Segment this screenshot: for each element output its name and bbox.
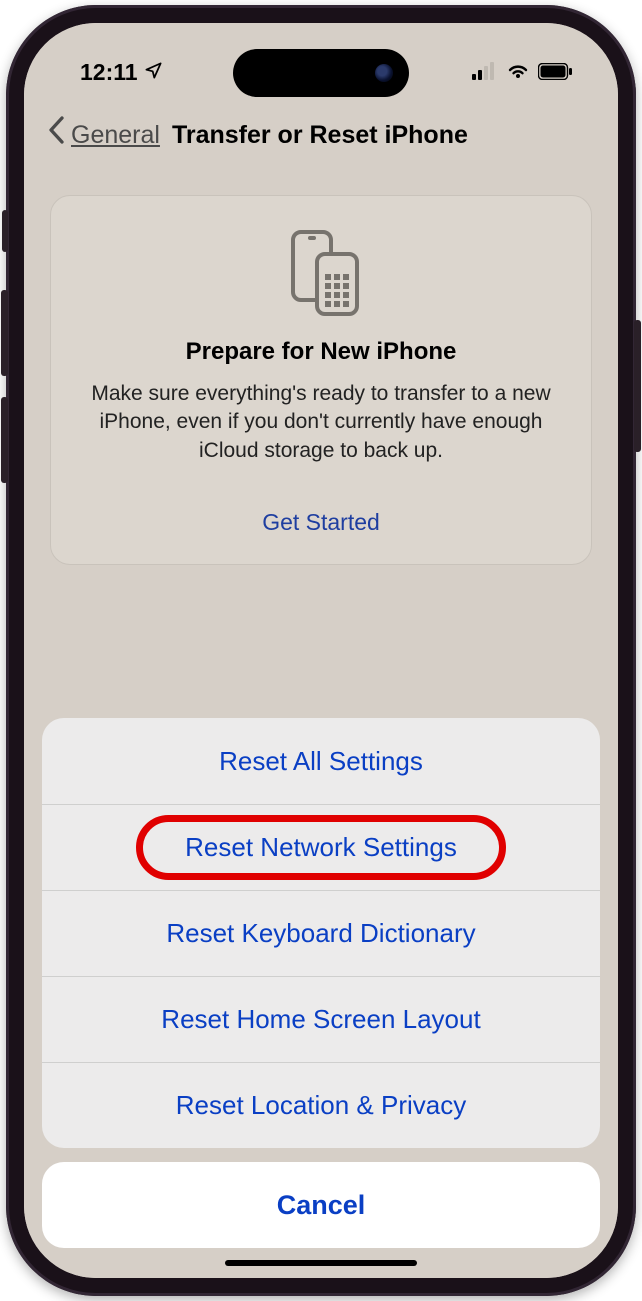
action-sheet-group: Reset All Settings Reset Network Setting… bbox=[42, 718, 600, 1148]
sheet-item-label: Reset All Settings bbox=[219, 746, 423, 777]
prepare-card: Prepare for New iPhone Make sure everyth… bbox=[50, 195, 592, 565]
prepare-title: Prepare for New iPhone bbox=[81, 338, 561, 366]
reset-network-settings-button[interactable]: Reset Network Settings bbox=[42, 804, 600, 890]
back-chevron-icon[interactable] bbox=[48, 115, 65, 152]
sheet-item-label: Reset Network Settings bbox=[185, 832, 457, 863]
cancel-label: Cancel bbox=[277, 1190, 366, 1221]
status-time: 12:11 bbox=[80, 59, 138, 86]
power-button bbox=[634, 320, 641, 452]
sheet-item-label: Reset Home Screen Layout bbox=[161, 1004, 480, 1035]
devices-transfer-icon bbox=[271, 228, 371, 318]
reset-keyboard-dictionary-button[interactable]: Reset Keyboard Dictionary bbox=[42, 890, 600, 976]
reset-location-privacy-button[interactable]: Reset Location & Privacy bbox=[42, 1062, 600, 1148]
screen: 12:11 bbox=[24, 23, 618, 1278]
wifi-icon bbox=[506, 59, 530, 86]
reset-all-settings-button[interactable]: Reset All Settings bbox=[42, 718, 600, 804]
sheet-item-label: Reset Location & Privacy bbox=[176, 1090, 466, 1121]
dynamic-island bbox=[233, 49, 409, 97]
page-title: Transfer or Reset iPhone bbox=[172, 121, 468, 150]
cancel-button[interactable]: Cancel bbox=[42, 1162, 600, 1248]
reset-home-screen-layout-button[interactable]: Reset Home Screen Layout bbox=[42, 976, 600, 1062]
cellular-signal-icon bbox=[472, 59, 498, 86]
sheet-item-label: Reset Keyboard Dictionary bbox=[166, 918, 475, 949]
get-started-button[interactable]: Get Started bbox=[81, 509, 561, 536]
iphone-frame: 12:11 bbox=[6, 5, 636, 1296]
nav-header: General Transfer or Reset iPhone bbox=[24, 117, 618, 154]
volume-down-button bbox=[1, 397, 8, 483]
action-sheet: Reset All Settings Reset Network Setting… bbox=[24, 718, 618, 1278]
silence-switch bbox=[2, 210, 8, 252]
home-indicator[interactable] bbox=[225, 1260, 417, 1266]
volume-up-button bbox=[1, 290, 8, 376]
location-arrow-icon bbox=[144, 59, 163, 86]
battery-icon bbox=[538, 59, 572, 86]
back-button[interactable]: General bbox=[71, 121, 160, 150]
prepare-description: Make sure everything's ready to transfer… bbox=[81, 380, 561, 465]
